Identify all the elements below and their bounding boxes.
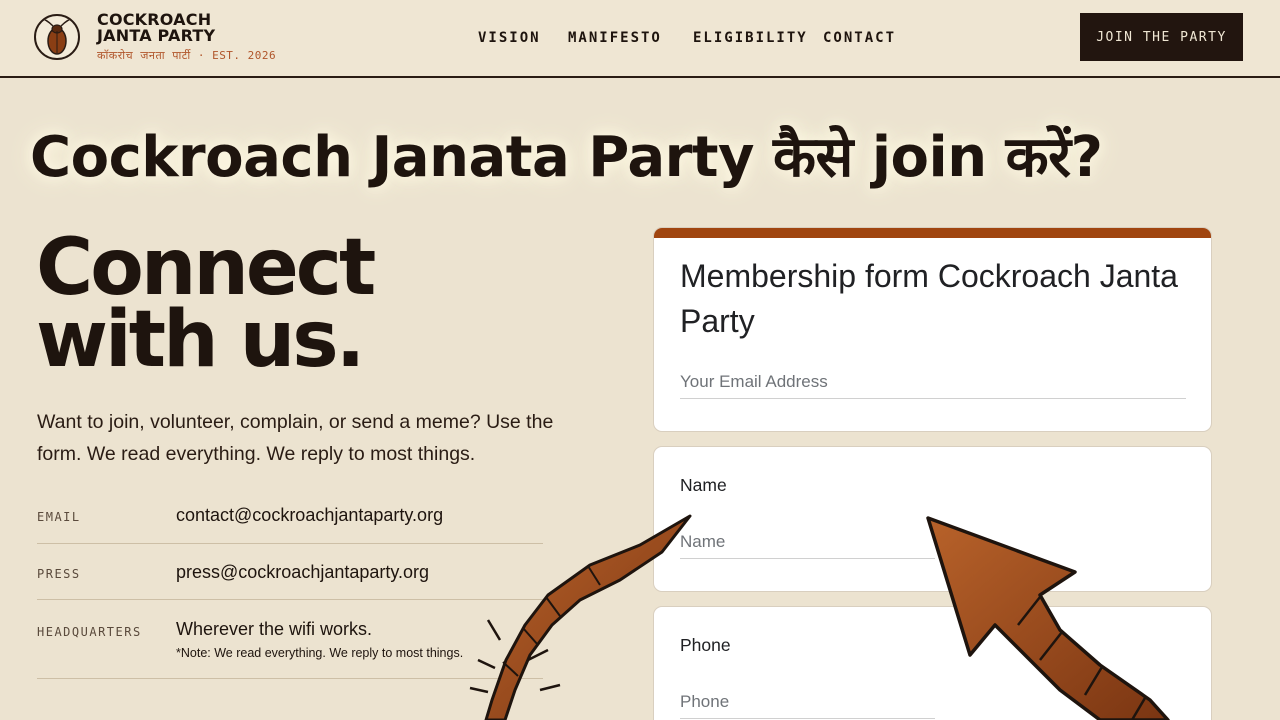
contact-row-email: EMAIL contact@cockroachjantaparty.org <box>37 500 543 544</box>
email-value[interactable]: contact@cockroachjantaparty.org <box>176 505 443 526</box>
headquarters-note: *Note: We read everything. We reply to m… <box>176 646 464 660</box>
name-label: Name <box>680 475 727 495</box>
email-input[interactable] <box>680 372 1186 399</box>
intro-text: Want to join, volunteer, complain, or se… <box>37 411 554 465</box>
nav-vision[interactable]: VISION <box>478 30 541 46</box>
connect-title-line2: with us. <box>36 295 365 385</box>
connect-title: Connect with us. <box>36 223 596 385</box>
join-the-party-button[interactable]: JOIN THE PARTY <box>1080 13 1243 61</box>
brand-name-line2: JANTA PARTY <box>97 26 216 45</box>
headquarters-value: Wherever the wifi works. <box>176 619 373 639</box>
email-label: EMAIL <box>37 510 81 524</box>
connect-title-line1: Connect <box>36 223 376 313</box>
headquarters-label: HEADQUARTERS <box>37 625 142 639</box>
name-card: Name <box>653 446 1212 592</box>
nav-manifesto[interactable]: MANIFESTO <box>568 30 662 46</box>
nav-eligibility[interactable]: ELIGIBILITY <box>693 30 808 46</box>
phone-label: Phone <box>680 635 731 655</box>
press-value[interactable]: press@cockroachjantaparty.org <box>176 562 429 583</box>
form-header-card: Membership form Cockroach Janta Party <box>653 227 1212 432</box>
phone-input[interactable] <box>680 692 935 719</box>
contact-row-press: PRESS press@cockroachjantaparty.org <box>37 544 543 600</box>
page-headline: Cockroach Janata Party कैसे join करें? <box>30 125 1103 190</box>
contact-row-headquarters: HEADQUARTERS Wherever the wifi works. *N… <box>37 600 543 679</box>
site-header: COCKROACH JANTA PARTY कॉकरोच जनता पार्टी… <box>0 0 1280 78</box>
phone-card: Phone <box>653 606 1212 720</box>
press-label: PRESS <box>37 567 81 581</box>
brand-subtitle: कॉकरोच जनता पार्टी · EST. 2026 <box>97 49 277 62</box>
name-input[interactable] <box>680 532 935 559</box>
nav-contact[interactable]: CONTACT <box>823 30 896 46</box>
form-title: Membership form Cockroach Janta Party <box>680 258 1178 339</box>
card-accent-bar <box>654 228 1211 238</box>
cockroach-logo-icon[interactable] <box>34 14 80 60</box>
